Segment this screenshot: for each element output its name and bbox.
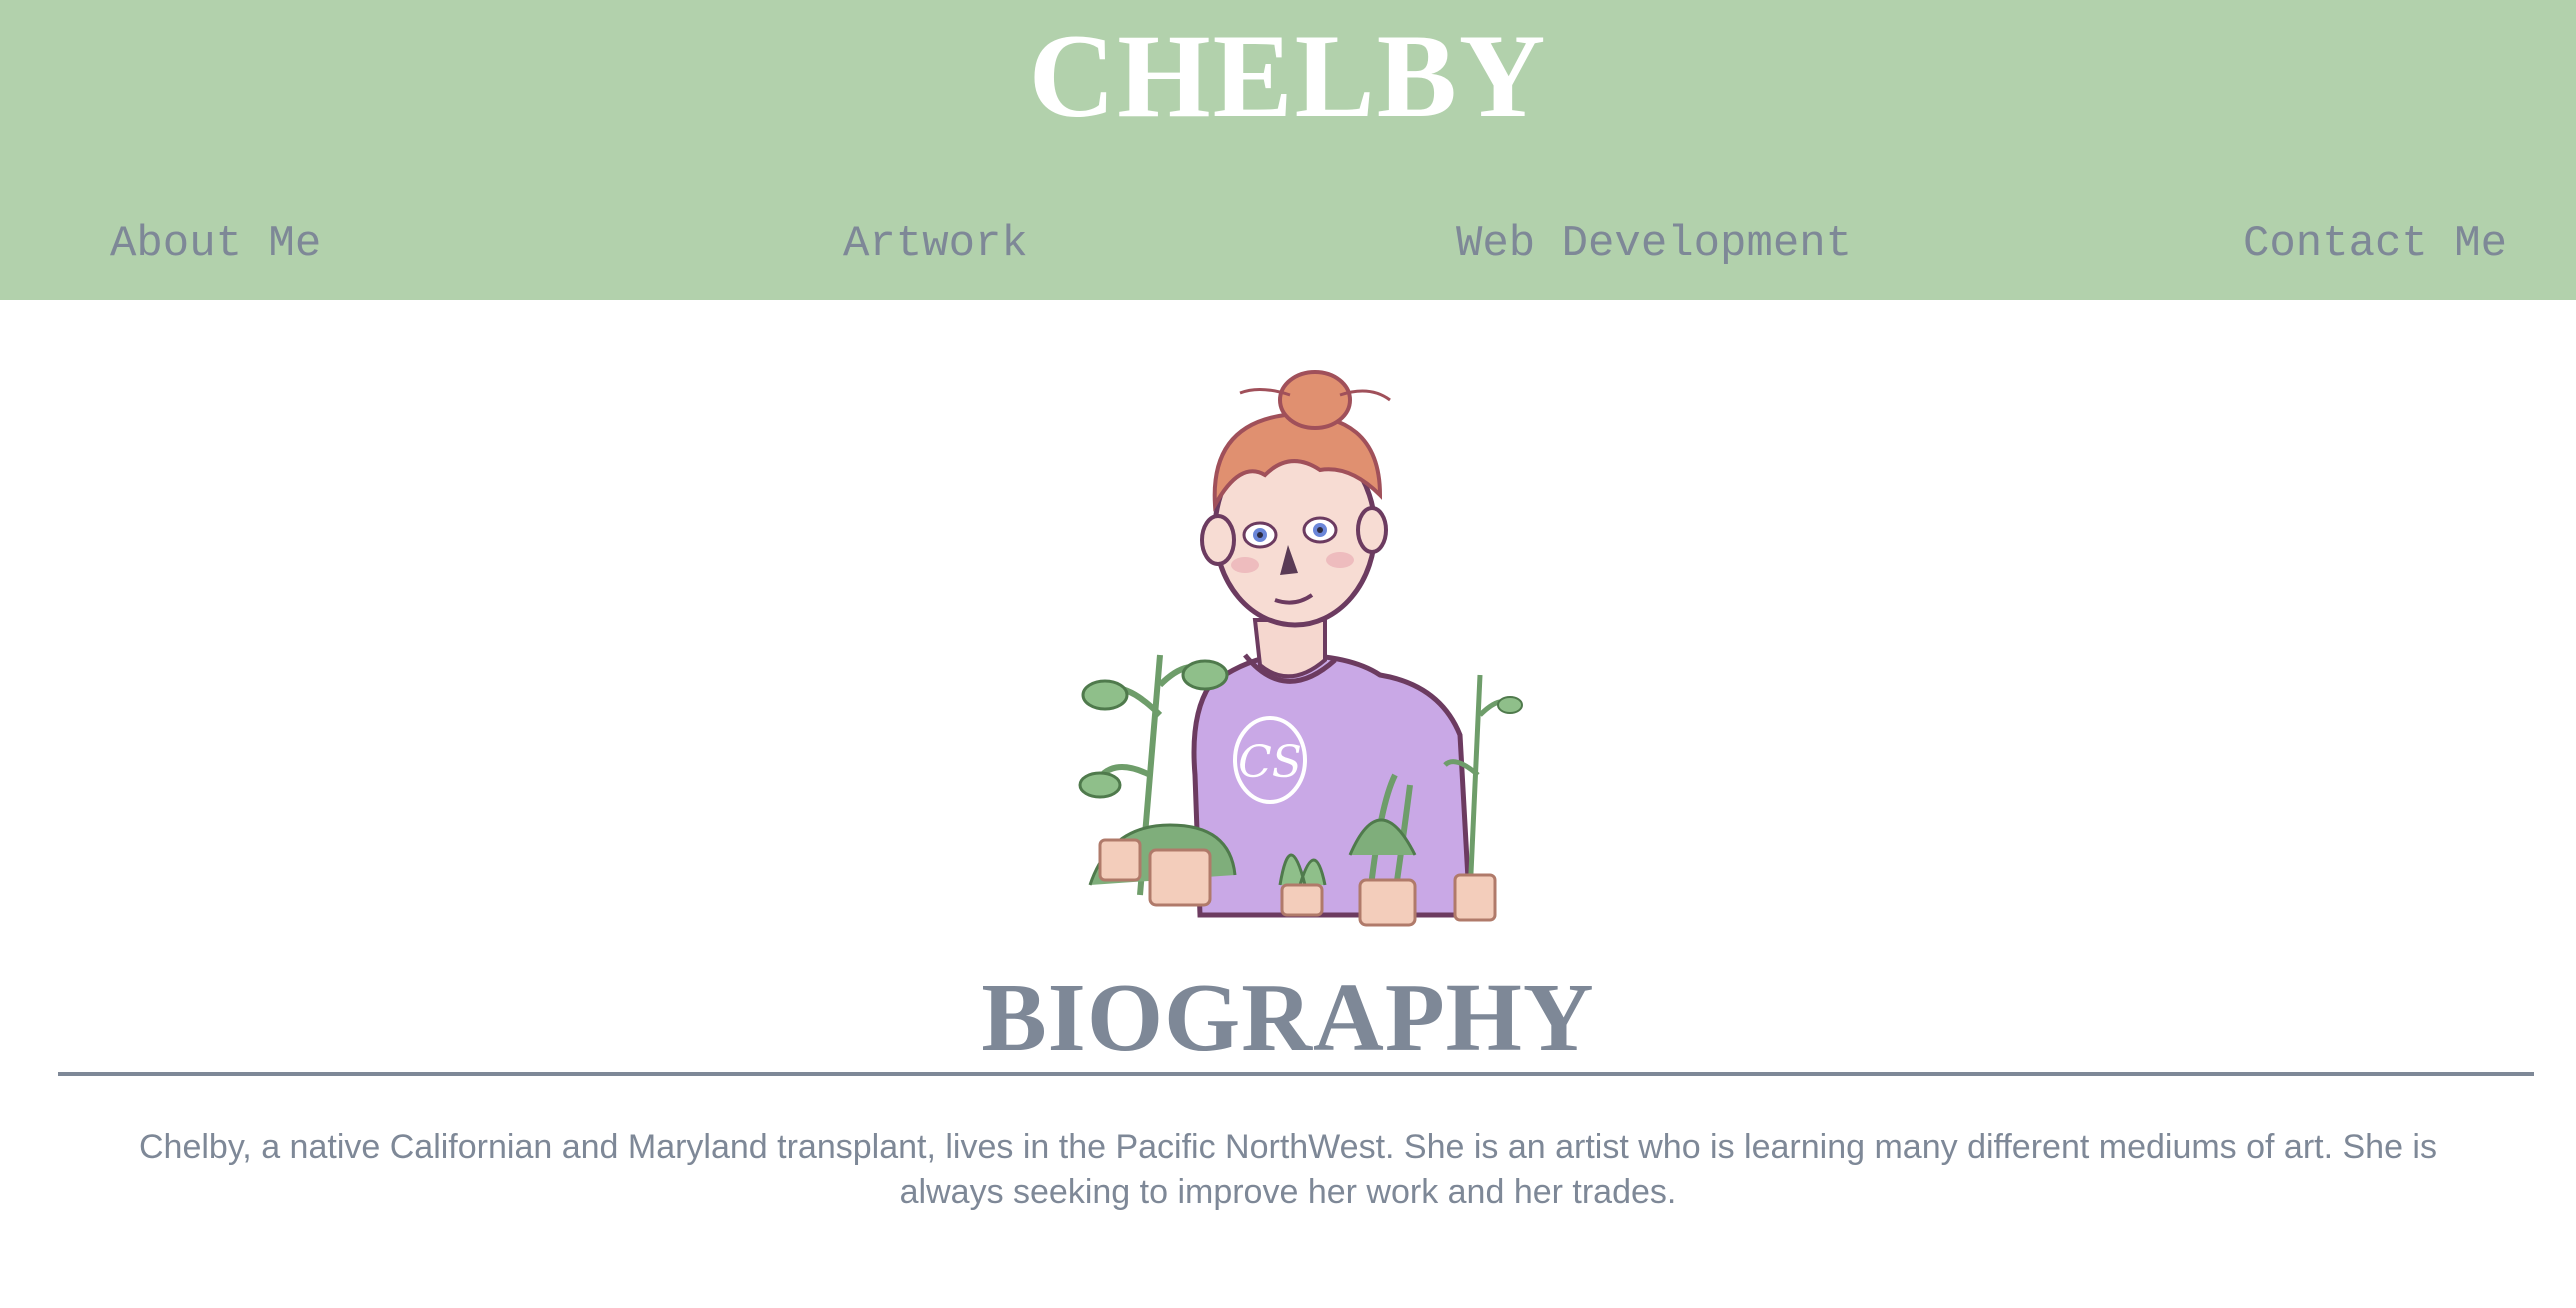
site-header: CHELBY About Me Artwork Web Development … <box>0 0 2576 300</box>
nav-link-contact-me[interactable]: Contact Me <box>2243 216 2507 272</box>
section-divider <box>58 1072 2534 1076</box>
biography-text: Chelby, a native Californian and Marylan… <box>139 1128 2437 1211</box>
svg-text:CS: CS <box>1238 737 1302 788</box>
nav-link-web-development[interactable]: Web Development <box>1456 216 1852 272</box>
site-title: CHELBY <box>1028 9 1548 142</box>
section-title-biography: BIOGRAPHY <box>981 964 1595 1072</box>
portrait-illustration: CS <box>1050 355 1530 945</box>
nav-link-about-me[interactable]: About Me <box>110 216 321 272</box>
nav-link-artwork[interactable]: Artwork <box>843 216 1028 272</box>
